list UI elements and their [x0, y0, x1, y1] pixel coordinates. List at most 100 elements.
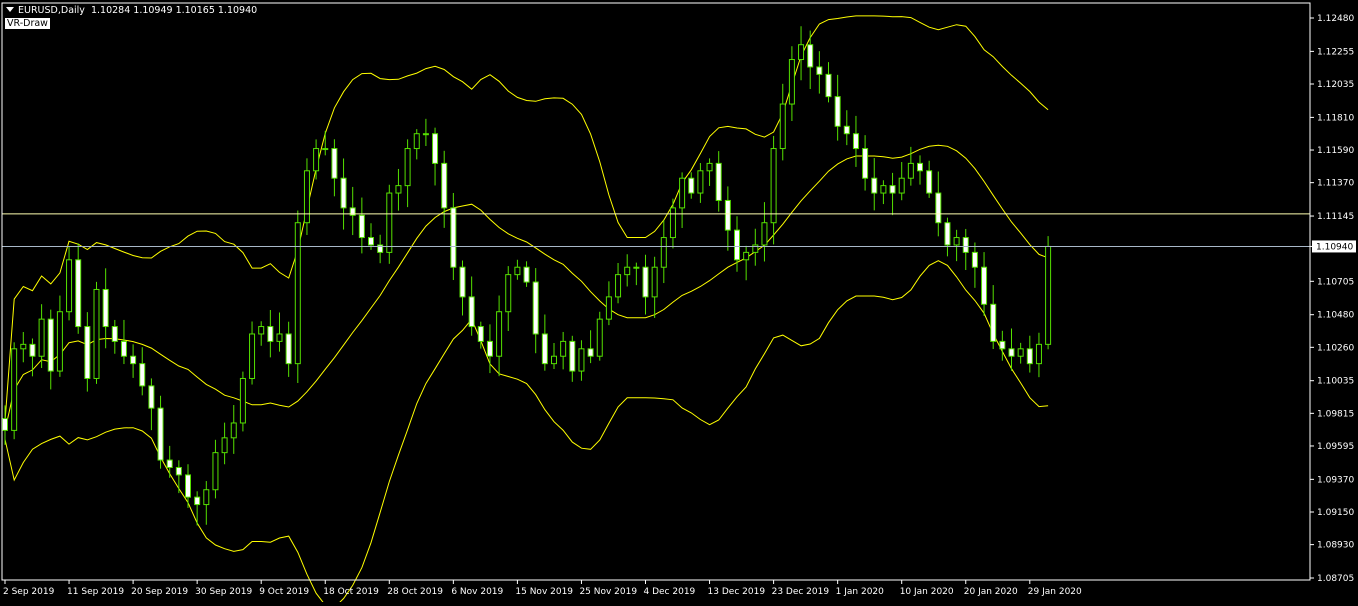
- candle-body: [1045, 245, 1052, 345]
- candle-body: [450, 207, 457, 268]
- price-tick-label: 1.11145: [1317, 212, 1354, 222]
- ohlc-values: 1.10284 1.10949 1.10165 1.10940: [90, 5, 258, 16]
- candle-body: [56, 311, 63, 372]
- candle-body: [258, 326, 265, 335]
- candle-body: [560, 340, 567, 357]
- candle-body: [368, 237, 374, 246]
- candle-body: [496, 311, 503, 357]
- time-tick-label: 25 Nov 2019: [579, 587, 637, 597]
- candle-body: [185, 474, 191, 498]
- candle-body: [486, 340, 493, 357]
- candle-body: [825, 73, 832, 98]
- candle-body: [917, 162, 923, 172]
- time-tick-label: 18 Oct 2019: [323, 587, 379, 597]
- time-tick-label: 1 Jan 2020: [836, 587, 884, 597]
- time-tick-label: 10 Jan 2020: [900, 587, 954, 597]
- candle-body: [779, 103, 786, 150]
- candle-body: [1008, 348, 1015, 357]
- candle-body: [660, 237, 667, 268]
- candle-body: [303, 170, 310, 224]
- candle-body: [66, 259, 73, 313]
- candle-body: [20, 343, 27, 350]
- time-tick-label: 28 Oct 2019: [387, 587, 443, 597]
- candle-body: [761, 222, 768, 246]
- candle-body: [523, 266, 530, 283]
- candle-body: [605, 296, 612, 320]
- candle-body: [935, 192, 942, 224]
- candle-body: [651, 266, 658, 298]
- candle-body: [706, 162, 713, 172]
- candle-body: [615, 274, 622, 298]
- candle-body: [551, 355, 557, 365]
- price-tick-label: 1.10480: [1317, 311, 1354, 321]
- candle-body: [669, 207, 676, 239]
- current-price-label: 1.10940: [1316, 242, 1353, 252]
- candle-body: [642, 266, 649, 298]
- candle-body: [432, 133, 439, 164]
- candle-body: [715, 162, 722, 201]
- candle-body: [596, 318, 603, 357]
- price-tick-label: 1.12255: [1317, 47, 1354, 57]
- candle-body: [404, 148, 411, 187]
- candle-body: [102, 288, 109, 328]
- candle-body: [239, 377, 246, 424]
- time-tick-label: 11 Sep 2019: [67, 587, 124, 597]
- chart-canvas[interactable]: 1.12480 1.12255 1.12035 1.11810 1.11590 1.113…: [0, 0, 1358, 606]
- candle-body: [157, 407, 164, 461]
- candle-body: [944, 222, 951, 246]
- time-tick-label: 20 Jan 2020: [964, 587, 1018, 597]
- time-tick-label: 23 Dec 2019: [772, 587, 830, 597]
- time-tick-label: 4 Dec 2019: [644, 587, 696, 597]
- candle-body: [29, 343, 36, 357]
- candle-body: [898, 177, 905, 194]
- time-tick-label: 6 Nov 2019: [451, 587, 503, 597]
- candle-body: [962, 237, 969, 253]
- time-tick-label: 15 Nov 2019: [515, 587, 573, 597]
- time-tick-label: 30 Sep 2019: [195, 587, 252, 597]
- price-chart[interactable]: 1.12480 1.12255 1.12035 1.11810 1.11590 1.113…: [0, 0, 1358, 606]
- candle-body: [1026, 348, 1033, 365]
- candle-body: [990, 303, 997, 342]
- candle-body: [441, 162, 448, 209]
- candle-body: [807, 44, 814, 68]
- candle-body: [834, 96, 841, 127]
- candle-body: [322, 148, 329, 151]
- candle-body: [194, 496, 201, 506]
- candle-body: [633, 266, 640, 269]
- candle-body: [688, 177, 695, 194]
- candle-body: [889, 185, 896, 194]
- price-tick-label: 1.09150: [1317, 508, 1354, 518]
- symbol-timeframe: EURUSD,Daily: [18, 5, 85, 16]
- price-tick-label: 1.09370: [1317, 475, 1354, 485]
- candle-body: [38, 318, 45, 357]
- price-tick-label: 1.10705: [1317, 277, 1354, 287]
- candle-body: [459, 266, 466, 298]
- indicator-label[interactable]: VR-Draw: [5, 18, 50, 29]
- candle-body: [468, 296, 475, 328]
- candle-body: [587, 348, 594, 357]
- candle-body: [230, 422, 237, 439]
- candle-body: [93, 288, 100, 379]
- time-tick-label: 29 Jan 2020: [1028, 587, 1082, 597]
- price-tick-label: 1.08930: [1317, 541, 1354, 551]
- price-tick-label: 1.10035: [1317, 377, 1354, 387]
- candle-body: [285, 333, 292, 365]
- candle-body: [624, 266, 631, 276]
- candle-body: [84, 326, 91, 379]
- candle-body: [532, 281, 539, 335]
- candle-body: [276, 333, 283, 342]
- candle-body: [148, 385, 155, 409]
- candle-body: [249, 333, 256, 379]
- candle-body: [395, 185, 402, 194]
- candle-body: [953, 237, 960, 246]
- candle-body: [926, 170, 933, 194]
- candle-body: [331, 148, 338, 179]
- candle-body: [166, 459, 173, 468]
- candle-body: [862, 148, 869, 179]
- candle-body: [770, 148, 777, 224]
- price-tick-label: 1.11370: [1317, 179, 1354, 189]
- candle-body: [203, 489, 210, 506]
- candle-body: [477, 326, 484, 342]
- price-tick-label: 1.12035: [1317, 80, 1354, 90]
- dropdown-triangle-icon[interactable]: [6, 7, 14, 12]
